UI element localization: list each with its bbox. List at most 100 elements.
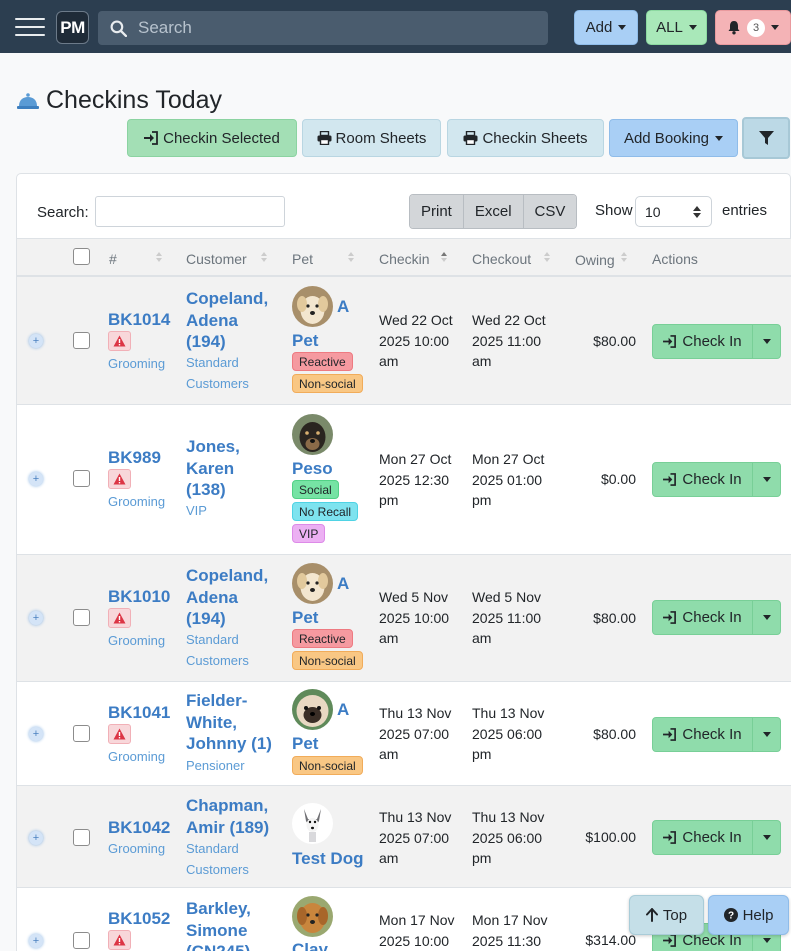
select-all-checkbox[interactable] bbox=[73, 248, 90, 265]
add-dropdown-button[interactable]: Add bbox=[574, 10, 638, 45]
customer-line: Karen bbox=[186, 458, 235, 478]
checkin-sheets-button[interactable]: Checkin Sheets bbox=[447, 119, 604, 157]
row-checkbox[interactable] bbox=[73, 725, 90, 742]
check-in-dropdown-toggle[interactable] bbox=[753, 821, 780, 854]
customer-line: (194) bbox=[186, 332, 226, 351]
scroll-top-button[interactable]: Top bbox=[629, 895, 704, 935]
caret-down-icon bbox=[762, 835, 771, 840]
check-in-button[interactable]: Check In bbox=[653, 718, 753, 751]
room-sheets-button[interactable]: Room Sheets bbox=[302, 119, 441, 157]
column-header-pet[interactable]: Pet bbox=[292, 251, 313, 267]
pet-avatar[interactable] bbox=[292, 286, 333, 327]
row-checkbox[interactable] bbox=[73, 470, 90, 487]
column-header-number[interactable]: # bbox=[109, 251, 117, 267]
global-search-input[interactable] bbox=[138, 18, 538, 38]
check-in-button[interactable]: Check In bbox=[653, 463, 753, 496]
service-bell-icon bbox=[17, 92, 39, 109]
checkout-line: 2025 11:00 bbox=[472, 609, 542, 626]
check-in-dropdown-toggle[interactable] bbox=[753, 601, 780, 634]
pet-name[interactable]: Clay bbox=[292, 940, 328, 951]
owing-amount: $80.00 bbox=[593, 726, 636, 742]
all-dropdown-button[interactable]: ALL bbox=[646, 10, 707, 45]
table-search-input[interactable] bbox=[95, 196, 285, 227]
check-in-dropdown-toggle[interactable] bbox=[753, 718, 780, 751]
checkout-line: 2025 06:00 bbox=[472, 725, 543, 742]
add-label: Add bbox=[585, 19, 613, 36]
notifications-button[interactable]: 3 bbox=[715, 10, 791, 45]
filter-button[interactable] bbox=[742, 117, 790, 159]
check-in-dropdown-toggle[interactable] bbox=[753, 463, 780, 496]
check-in-button[interactable]: Check In bbox=[653, 325, 753, 358]
sign-in-icon bbox=[663, 473, 677, 486]
customer-link[interactable]: Copeland, Adena (194) bbox=[186, 565, 281, 630]
customer-link[interactable]: Jones, Karen (138) bbox=[186, 436, 281, 501]
booking-link[interactable]: BK1042 bbox=[108, 818, 170, 838]
check-in-dropdown-toggle[interactable] bbox=[753, 325, 780, 358]
customer-link[interactable]: Fielder- White, Johnny (1) bbox=[186, 690, 281, 755]
pet-avatar[interactable] bbox=[292, 896, 333, 937]
column-header-checkout[interactable]: Checkout bbox=[472, 251, 531, 267]
pet-avatar[interactable] bbox=[292, 803, 333, 844]
expand-row-icon[interactable]: + bbox=[29, 934, 43, 948]
checkout-datetime: Wed 22 Oct 2025 11:00 am bbox=[472, 310, 546, 372]
global-search[interactable] bbox=[98, 11, 548, 45]
row-checkbox[interactable] bbox=[73, 932, 90, 949]
customer-line: Barkley, bbox=[186, 899, 251, 918]
customer-link[interactable]: Barkley, Simone (CN245) bbox=[186, 898, 281, 951]
checkout-line: pm bbox=[472, 746, 492, 762]
customer-link[interactable]: Copeland, Adena (194) bbox=[186, 288, 281, 353]
checkin-line: Wed 5 Nov bbox=[379, 589, 448, 605]
column-header-owing[interactable]: Owing bbox=[575, 252, 615, 268]
checkin-datetime: Mon 17 Nov 2025 10:00 bbox=[379, 910, 454, 951]
booking-link[interactable]: BK1014 bbox=[108, 310, 170, 330]
excel-button[interactable]: Excel bbox=[463, 195, 524, 228]
expand-row-icon[interactable]: + bbox=[29, 334, 43, 348]
checkin-line: Thu 13 Nov bbox=[379, 705, 452, 721]
pet-badge-social: Social bbox=[292, 480, 339, 499]
pet-name[interactable]: A bbox=[337, 297, 349, 317]
pet-name[interactable]: A bbox=[337, 700, 349, 720]
customer-type-line: Pensioner bbox=[186, 758, 245, 773]
all-label: ALL bbox=[656, 19, 683, 36]
row-checkbox[interactable] bbox=[73, 332, 90, 349]
pet-avatar[interactable] bbox=[292, 563, 333, 604]
app-logo[interactable]: PM bbox=[56, 11, 89, 44]
booking-link[interactable]: BK1052 bbox=[108, 909, 170, 929]
expand-row-icon[interactable]: + bbox=[29, 472, 43, 486]
booking-link[interactable]: BK989 bbox=[108, 448, 161, 468]
row-checkbox[interactable] bbox=[73, 609, 90, 626]
csv-button[interactable]: CSV bbox=[523, 195, 577, 228]
checkin-selected-button[interactable]: Checkin Selected bbox=[127, 119, 297, 157]
column-header-checkin[interactable]: Checkin bbox=[379, 251, 430, 267]
help-button[interactable]: ? Help bbox=[708, 895, 789, 935]
pet-name[interactable]: Test Dog bbox=[292, 849, 363, 869]
expand-row-icon[interactable]: + bbox=[29, 831, 43, 845]
sign-in-icon bbox=[663, 611, 677, 624]
check-in-split-button: Check In bbox=[652, 717, 781, 752]
entries-select[interactable]: 10 bbox=[635, 196, 712, 227]
hamburger-menu-icon[interactable] bbox=[15, 12, 45, 42]
column-header-customer[interactable]: Customer bbox=[186, 251, 247, 267]
sort-ascending-icon bbox=[441, 252, 447, 262]
expand-row-icon[interactable]: + bbox=[29, 611, 43, 625]
check-in-split-button: Check In bbox=[652, 462, 781, 497]
pet-avatar[interactable] bbox=[292, 689, 333, 730]
customer-line: Johnny (1) bbox=[186, 734, 272, 753]
pet-name[interactable]: Pet bbox=[292, 734, 318, 754]
pet-name[interactable]: Peso bbox=[292, 459, 333, 479]
checkout-line: Wed 5 Nov bbox=[472, 589, 541, 605]
pet-name[interactable]: A bbox=[337, 574, 349, 594]
pet-name[interactable]: Pet bbox=[292, 331, 318, 351]
booking-link[interactable]: BK1010 bbox=[108, 587, 170, 607]
booking-link[interactable]: BK1041 bbox=[108, 703, 170, 723]
print-button[interactable]: Print bbox=[410, 195, 464, 228]
customer-link[interactable]: Chapman, Amir (189) bbox=[186, 795, 281, 838]
pet-name[interactable]: Pet bbox=[292, 608, 318, 628]
search-icon bbox=[110, 20, 127, 37]
add-booking-button[interactable]: Add Booking bbox=[609, 119, 738, 157]
row-checkbox[interactable] bbox=[73, 829, 90, 846]
pet-avatar[interactable] bbox=[292, 414, 333, 455]
check-in-button[interactable]: Check In bbox=[653, 821, 753, 854]
expand-row-icon[interactable]: + bbox=[29, 727, 43, 741]
check-in-button[interactable]: Check In bbox=[653, 601, 753, 634]
